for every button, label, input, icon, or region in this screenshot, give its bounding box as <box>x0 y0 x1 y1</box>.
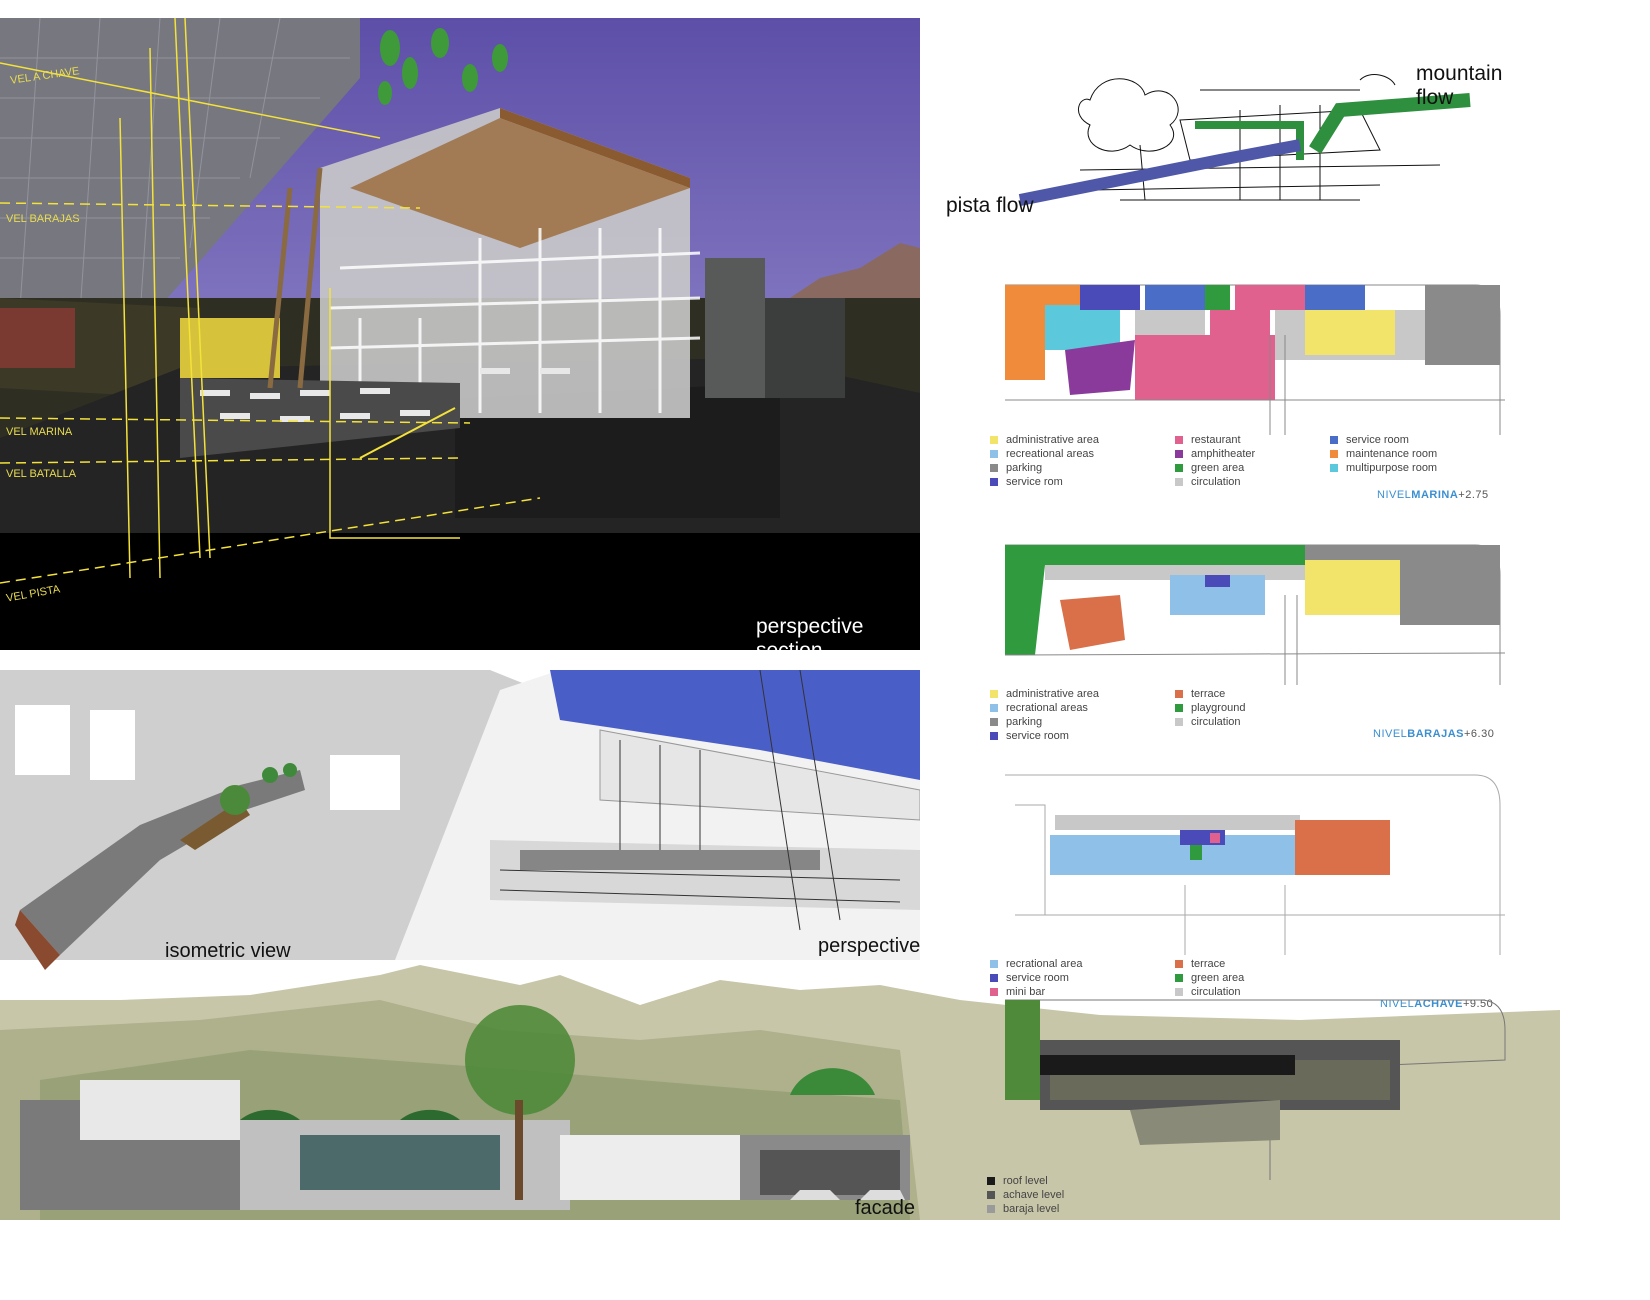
legend-label: circulation <box>1191 716 1241 728</box>
legend-swatch <box>1175 436 1183 444</box>
facade-panel: facade roof level achave level baraja le… <box>0 960 1560 1230</box>
perspective-caption: perspective <box>818 935 921 957</box>
plan-barajas-level-label: NIVELBARAJAS+6.30 <box>1373 728 1494 740</box>
legend-row: circulation <box>1175 475 1255 489</box>
section-level-label-barajas: VEL BARAJAS <box>6 213 80 225</box>
legend-swatch <box>1175 718 1183 726</box>
legend-label: administrative area <box>1006 434 1099 446</box>
legend-label: service room <box>1346 434 1409 446</box>
legend-label: maintenance room <box>1346 448 1438 460</box>
level-value: +6.30 <box>1463 728 1495 740</box>
plan-marina-drawing <box>1005 284 1505 435</box>
legend-row: terrace <box>1175 687 1245 701</box>
legend-swatch <box>1175 690 1183 698</box>
legend-label: recrational areas <box>1006 702 1088 714</box>
legend-row: amphitheater <box>1175 447 1255 461</box>
legend-row: administrative area <box>990 687 1099 701</box>
legend-row: achave level <box>987 1188 1064 1202</box>
legend-col: administrative area recreational areas p… <box>990 433 1099 489</box>
legend-label: multipurpose room <box>1346 462 1438 474</box>
legend-swatch <box>990 704 998 712</box>
legend-col: terrace playground circulation <box>1175 687 1245 729</box>
level-value: +2.75 <box>1458 489 1489 501</box>
perspective-section-panel: perspective section VEL A CHAVE VEL BARA… <box>0 18 920 662</box>
legend-label: recreational areas <box>1006 448 1095 460</box>
legend-swatch <box>987 1205 995 1213</box>
legend-row: service room <box>990 729 1099 743</box>
roof-legend: roof level achave level baraja level <box>987 1174 1064 1216</box>
legend-row: baraja level <box>987 1202 1064 1216</box>
level-name: BARAJAS <box>1407 728 1464 740</box>
section-level-label-batalla: VEL BATALLA <box>6 468 77 480</box>
legend-label: amphitheater <box>1191 448 1256 460</box>
legend-swatch <box>990 464 998 472</box>
isometric-perspective-drawing <box>0 670 920 970</box>
legend-col: administrative area recrational areas pa… <box>990 687 1099 743</box>
legend-swatch <box>1175 704 1183 712</box>
legend-row: recrational areas <box>990 701 1099 715</box>
legend-swatch <box>987 1177 995 1185</box>
level-name: MARINA <box>1411 489 1459 501</box>
legend-label: parking <box>1006 716 1043 728</box>
legend-swatch <box>990 732 998 740</box>
legend-label: service room <box>1006 730 1069 742</box>
legend-label: restaurant <box>1191 434 1241 446</box>
legend-row: circulation <box>1175 715 1245 729</box>
legend-swatch <box>1330 436 1338 444</box>
legend-swatch <box>1330 450 1338 458</box>
legend-row: parking <box>990 461 1099 475</box>
legend-row: playground <box>1175 701 1245 715</box>
legend-label: terrace <box>1191 688 1226 700</box>
section-level-label-marina: VEL MARINA <box>6 426 73 438</box>
perspective-section-caption: perspective section <box>756 615 864 662</box>
legend-col: service room maintenance room multipurpo… <box>1330 433 1437 475</box>
legend-row: parking <box>990 715 1099 729</box>
legend-label: parking <box>1006 462 1043 474</box>
legend-swatch <box>990 450 998 458</box>
legend-label: service rom <box>1006 476 1063 488</box>
legend-swatch <box>1330 464 1338 472</box>
legend-swatch <box>990 436 998 444</box>
legend-row: administrative area <box>990 433 1099 447</box>
legend-row: maintenance room <box>1330 447 1437 461</box>
legend-label: roof level <box>1003 1175 1048 1187</box>
perspective-section-drawing <box>0 18 920 650</box>
plan-achave-drawing <box>1005 774 1505 955</box>
legend-swatch <box>990 718 998 726</box>
legend-label: achave level <box>1003 1189 1065 1201</box>
plan-marina-level-label: NIVELMARINA+2.75 <box>1377 489 1489 501</box>
plan-barajas-panel: administrative area recrational areas pa… <box>985 535 1530 750</box>
legend-row: multipurpose room <box>1330 461 1437 475</box>
level-prefix: NIVEL <box>1373 728 1408 740</box>
legend-swatch <box>990 478 998 486</box>
legend-row: green area <box>1175 461 1255 475</box>
facade-caption: facade <box>855 1197 916 1219</box>
legend-swatch <box>1175 478 1183 486</box>
plan-barajas-drawing <box>1004 544 1506 685</box>
legend-label: circulation <box>1191 476 1241 488</box>
legend-label: administrative area <box>1006 688 1099 700</box>
legend-row: roof level <box>987 1174 1064 1188</box>
mountain-flow-label: mountain flow <box>1416 62 1503 109</box>
pista-flow-label: pista flow <box>946 194 1034 217</box>
legend-row: restaurant <box>1175 433 1255 447</box>
legend-label: baraja level <box>1003 1203 1060 1215</box>
concept-sketch-panel: mountain flow pista flow <box>940 50 1540 230</box>
facade-drawing <box>0 965 1560 1220</box>
plan-marina-panel: administrative area recreational areas p… <box>985 275 1530 505</box>
legend-swatch <box>990 690 998 698</box>
isometric-perspective-panel: isometric view perspective <box>0 670 920 980</box>
legend-row: recreational areas <box>990 447 1099 461</box>
legend-label: playground <box>1191 702 1246 714</box>
legend-label: green area <box>1191 462 1245 474</box>
legend-swatch <box>987 1191 995 1199</box>
legend-row: service rom <box>990 475 1099 489</box>
level-prefix: NIVEL <box>1377 489 1412 501</box>
legend-swatch <box>1175 450 1183 458</box>
legend-swatch <box>1175 464 1183 472</box>
legend-row: service room <box>1330 433 1437 447</box>
legend-col: restaurant amphitheater green area circu… <box>1175 433 1255 489</box>
